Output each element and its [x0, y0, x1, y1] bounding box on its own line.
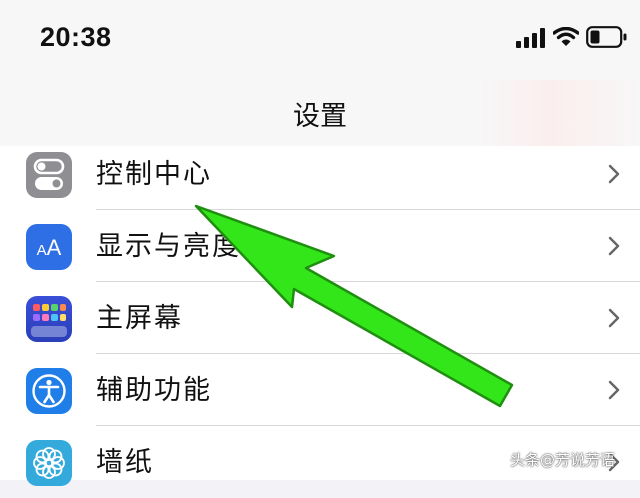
green-arrow-annotation	[194, 204, 514, 408]
arrow-icon	[194, 204, 514, 408]
watermark-text: 头条@芳说芳语	[510, 451, 616, 469]
